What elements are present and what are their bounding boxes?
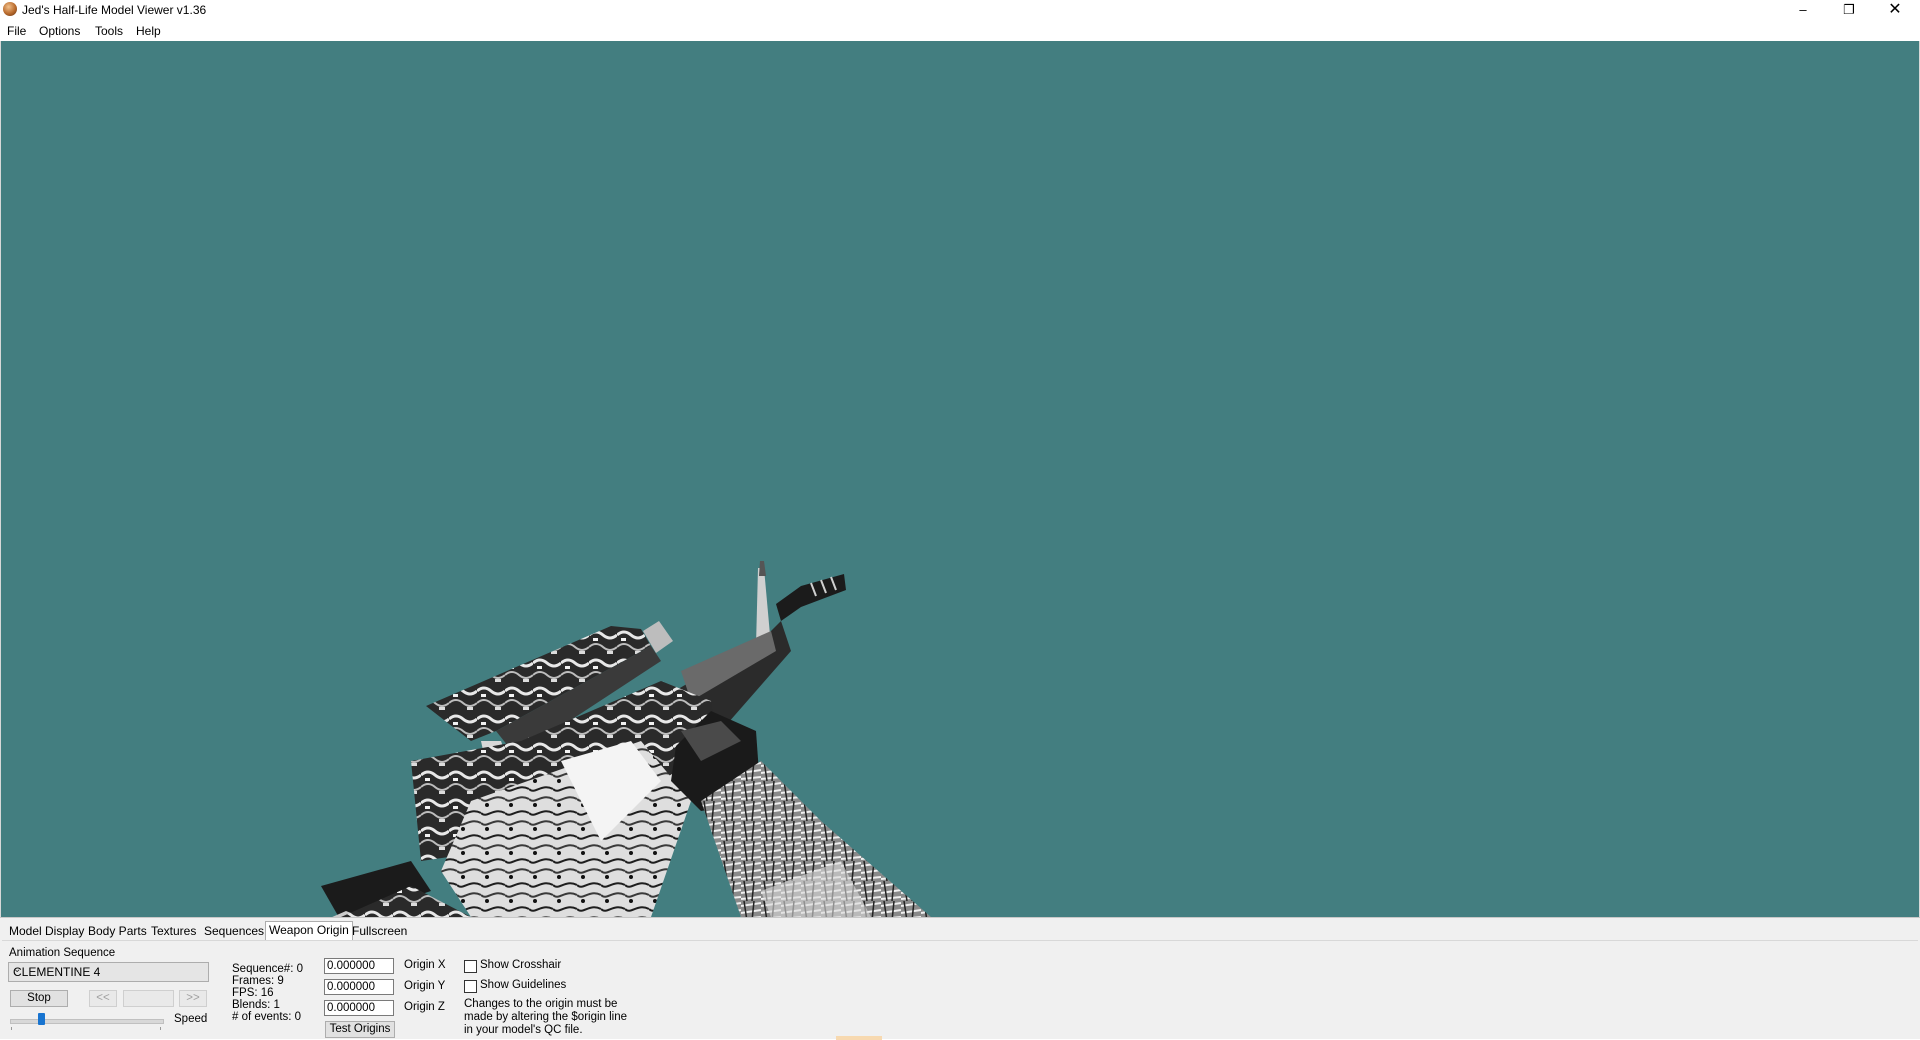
tab-fullscreen[interactable]: Fullscreen [349, 923, 410, 940]
prev-frame-button[interactable]: << [89, 990, 117, 1007]
frame-field[interactable] [123, 990, 174, 1007]
tab-weapon-origin[interactable]: Weapon Origin [265, 921, 353, 941]
title-bar: Jed's Half-Life Model Viewer v1.36 – ❐ ✕ [0, 0, 1920, 22]
next-frame-button[interactable]: >> [179, 990, 207, 1007]
speed-label: Speed [174, 1013, 208, 1025]
origin-note-line2: made by altering the $origin line [464, 1011, 628, 1023]
control-panel: Model Display Body Parts Textures Sequen… [0, 917, 1920, 1040]
origin-z-input[interactable]: 0.000000 [324, 1000, 394, 1016]
menu-help[interactable]: Help [136, 24, 161, 38]
chevron-down-icon: ⌄ [13, 964, 22, 975]
minimize-button[interactable]: – [1780, 0, 1826, 22]
stop-button[interactable]: Stop [10, 990, 68, 1007]
menu-tools[interactable]: Tools [95, 24, 123, 38]
test-origins-button[interactable]: Test Origins [325, 1021, 395, 1038]
tab-textures[interactable]: Textures [148, 923, 199, 940]
origin-note-line1: Changes to the origin must be [464, 998, 618, 1010]
menu-bar: File Options Tools Help [0, 22, 1920, 41]
slider-tick [160, 1027, 161, 1030]
origin-x-input[interactable]: 0.000000 [324, 958, 394, 974]
origin-y-input[interactable]: 0.000000 [324, 979, 394, 995]
maximize-button[interactable]: ❐ [1826, 0, 1872, 22]
origin-x-label: Origin X [404, 959, 446, 971]
fps-value: FPS: 16 [232, 987, 274, 999]
tab-divider [2, 940, 1918, 941]
menu-file[interactable]: File [7, 24, 26, 38]
model-viewport[interactable] [0, 41, 1920, 917]
show-crosshair-label: Show Crosshair [480, 959, 562, 971]
frames-count: Frames: 9 [232, 975, 284, 987]
slider-tick [11, 1027, 12, 1030]
speed-slider-thumb[interactable] [37, 1013, 45, 1025]
show-guidelines-checkbox[interactable] [464, 980, 477, 993]
status-strip [836, 1036, 882, 1040]
animation-sequence-label: Animation Sequence [9, 947, 116, 959]
blends-count: Blends: 1 [232, 999, 280, 1011]
show-guidelines-label: Show Guidelines [480, 979, 567, 991]
origin-note-line3: in your model's QC file. [464, 1024, 583, 1036]
tab-body-parts[interactable]: Body Parts [85, 923, 150, 940]
events-count: # of events: 0 [232, 1011, 302, 1023]
origin-z-label: Origin Z [404, 1001, 445, 1013]
window-title: Jed's Half-Life Model Viewer v1.36 [22, 3, 207, 17]
show-crosshair-checkbox[interactable] [464, 960, 477, 973]
animation-sequence-select[interactable]: CLEMENTINE 4 ⌄ [8, 962, 209, 982]
weapon-model [321, 561, 931, 917]
tab-model-display[interactable]: Model Display [6, 923, 87, 940]
tab-sequences[interactable]: Sequences [201, 923, 267, 940]
speed-slider[interactable] [10, 1019, 164, 1024]
close-button[interactable]: ✕ [1872, 0, 1918, 22]
sequence-number: Sequence#: 0 [232, 963, 303, 975]
origin-y-label: Origin Y [404, 980, 446, 992]
app-icon [3, 2, 17, 16]
menu-options[interactable]: Options [39, 24, 80, 38]
